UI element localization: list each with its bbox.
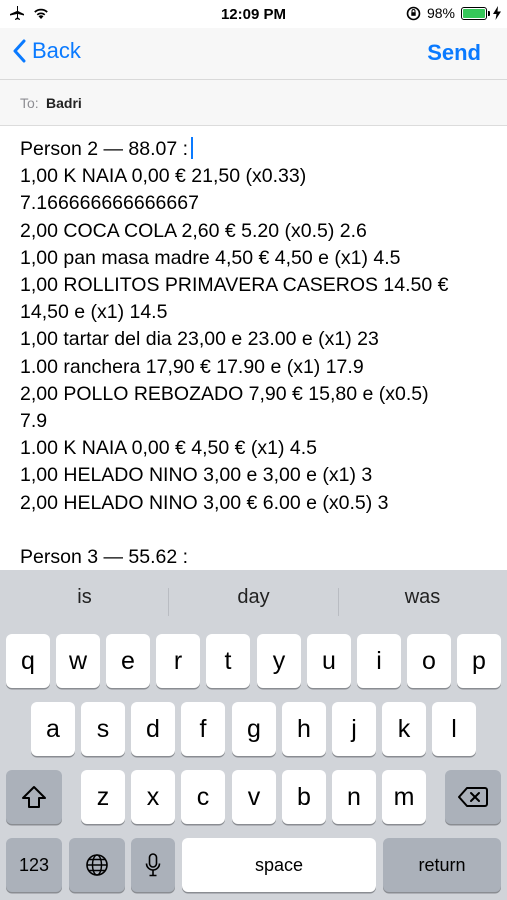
text-cursor xyxy=(191,137,194,159)
backspace-icon xyxy=(458,787,488,807)
back-label: Back xyxy=(32,38,81,63)
key-v[interactable]: v xyxy=(232,770,276,824)
recipient-field[interactable]: To: Badri xyxy=(0,80,507,126)
key-d[interactable]: d xyxy=(131,702,175,756)
key-y[interactable]: y xyxy=(257,634,301,688)
body-line: Person 2 — 88.07 : xyxy=(20,136,490,163)
key-j[interactable]: j xyxy=(332,702,376,756)
key-i[interactable]: i xyxy=(357,634,401,688)
body-line: 1.00 K NAIA 0,00 € 4,50 € (x1) 4.5 xyxy=(20,437,318,460)
send-button[interactable]: Send xyxy=(427,40,481,66)
microphone-icon xyxy=(145,853,161,877)
globe-key[interactable] xyxy=(69,838,125,892)
suggestion-2[interactable]: day xyxy=(169,586,338,609)
body-line: 1,00 K NAIA 0,00 € 21,50 (x0.33) xyxy=(20,165,307,188)
key-e[interactable]: e xyxy=(106,634,150,688)
recipient-label: To: xyxy=(20,95,39,111)
key-m[interactable]: m xyxy=(382,770,426,824)
key-n[interactable]: n xyxy=(332,770,376,824)
body-line: 7.9 xyxy=(20,410,48,433)
body-line: 1,00 pan masa madre 4,50 € 4,50 e (x1) 4… xyxy=(20,246,401,269)
key-x[interactable]: x xyxy=(131,770,175,824)
key-u[interactable]: u xyxy=(307,634,351,688)
key-z[interactable]: z xyxy=(81,770,125,824)
body-line: 2,00 HELADO NINO 3,00 € 6.00 e (x0.5) 3 xyxy=(20,491,389,514)
key-l[interactable]: l xyxy=(432,702,476,756)
charging-bolt-icon xyxy=(493,6,501,20)
body-line: 1,00 ROLLITOS PRIMAVERA CASEROS 14.50 € xyxy=(20,274,449,297)
shift-key[interactable] xyxy=(6,770,62,824)
key-p[interactable]: p xyxy=(457,634,501,688)
key-f[interactable]: f xyxy=(181,702,225,756)
key-k[interactable]: k xyxy=(382,702,426,756)
body-line: 7.166666666666667 xyxy=(20,192,199,215)
body-line: 14,50 e (x1) 14.5 xyxy=(20,301,168,324)
nav-bar: Back Send xyxy=(0,28,507,80)
body-line: 1,00 tartar del dia 23,00 e 23.00 e (x1)… xyxy=(20,328,379,351)
numbers-key[interactable]: 123 xyxy=(6,838,62,892)
shift-arrow-icon xyxy=(22,786,46,808)
suggestion-1[interactable]: is xyxy=(0,586,169,609)
body-line: Person 3 — 55.62 : xyxy=(20,546,189,569)
body-line: 2,00 COCA COLA 2,60 € 5.20 (x0.5) 2.6 xyxy=(20,219,367,242)
recipient-value: Badri xyxy=(46,95,82,111)
key-g[interactable]: g xyxy=(232,702,276,756)
key-o[interactable]: o xyxy=(407,634,451,688)
body-blank-line xyxy=(20,517,490,544)
key-r[interactable]: r xyxy=(156,634,200,688)
delete-key[interactable] xyxy=(445,770,501,824)
key-c[interactable]: c xyxy=(181,770,225,824)
body-line-text: Person 2 — 88.07 : xyxy=(20,138,189,160)
key-a[interactable]: a xyxy=(31,702,75,756)
body-line: 1,00 HELADO NINO 3,00 e 3,00 e (x1) 3 xyxy=(20,464,373,487)
key-s[interactable]: s xyxy=(81,702,125,756)
battery-percent: 98% xyxy=(426,5,455,21)
battery-level xyxy=(463,8,485,18)
globe-icon xyxy=(86,854,108,876)
return-key[interactable]: return xyxy=(383,838,501,892)
status-bar: 12:09 PM 98% xyxy=(0,0,507,28)
key-w[interactable]: w xyxy=(56,634,100,688)
key-t[interactable]: t xyxy=(206,634,250,688)
predictive-bar: is day was xyxy=(0,570,507,632)
key-h[interactable]: h xyxy=(282,702,326,756)
dictation-key[interactable] xyxy=(131,838,175,892)
status-right: 98% xyxy=(406,5,501,21)
back-button[interactable]: Back xyxy=(12,38,81,64)
key-q[interactable]: q xyxy=(6,634,50,688)
body-line: 2,00 POLLO REBOZADO 7,90 € 15,80 e (x0.5… xyxy=(20,382,429,405)
battery-icon xyxy=(461,6,490,20)
message-body[interactable]: Person 2 — 88.07 : 1,00 K NAIA 0,00 € 21… xyxy=(20,136,490,571)
chevron-left-icon xyxy=(13,39,26,63)
body-line: 1.00 ranchera 17,90 € 17.90 e (x1) 17.9 xyxy=(20,355,364,378)
keyboard: is day was q w e r t y u i o p a s d f g… xyxy=(0,570,507,900)
key-b[interactable]: b xyxy=(282,770,326,824)
orientation-lock-icon xyxy=(406,6,421,20)
space-key[interactable]: space xyxy=(182,838,376,892)
suggestion-3[interactable]: was xyxy=(338,586,507,609)
